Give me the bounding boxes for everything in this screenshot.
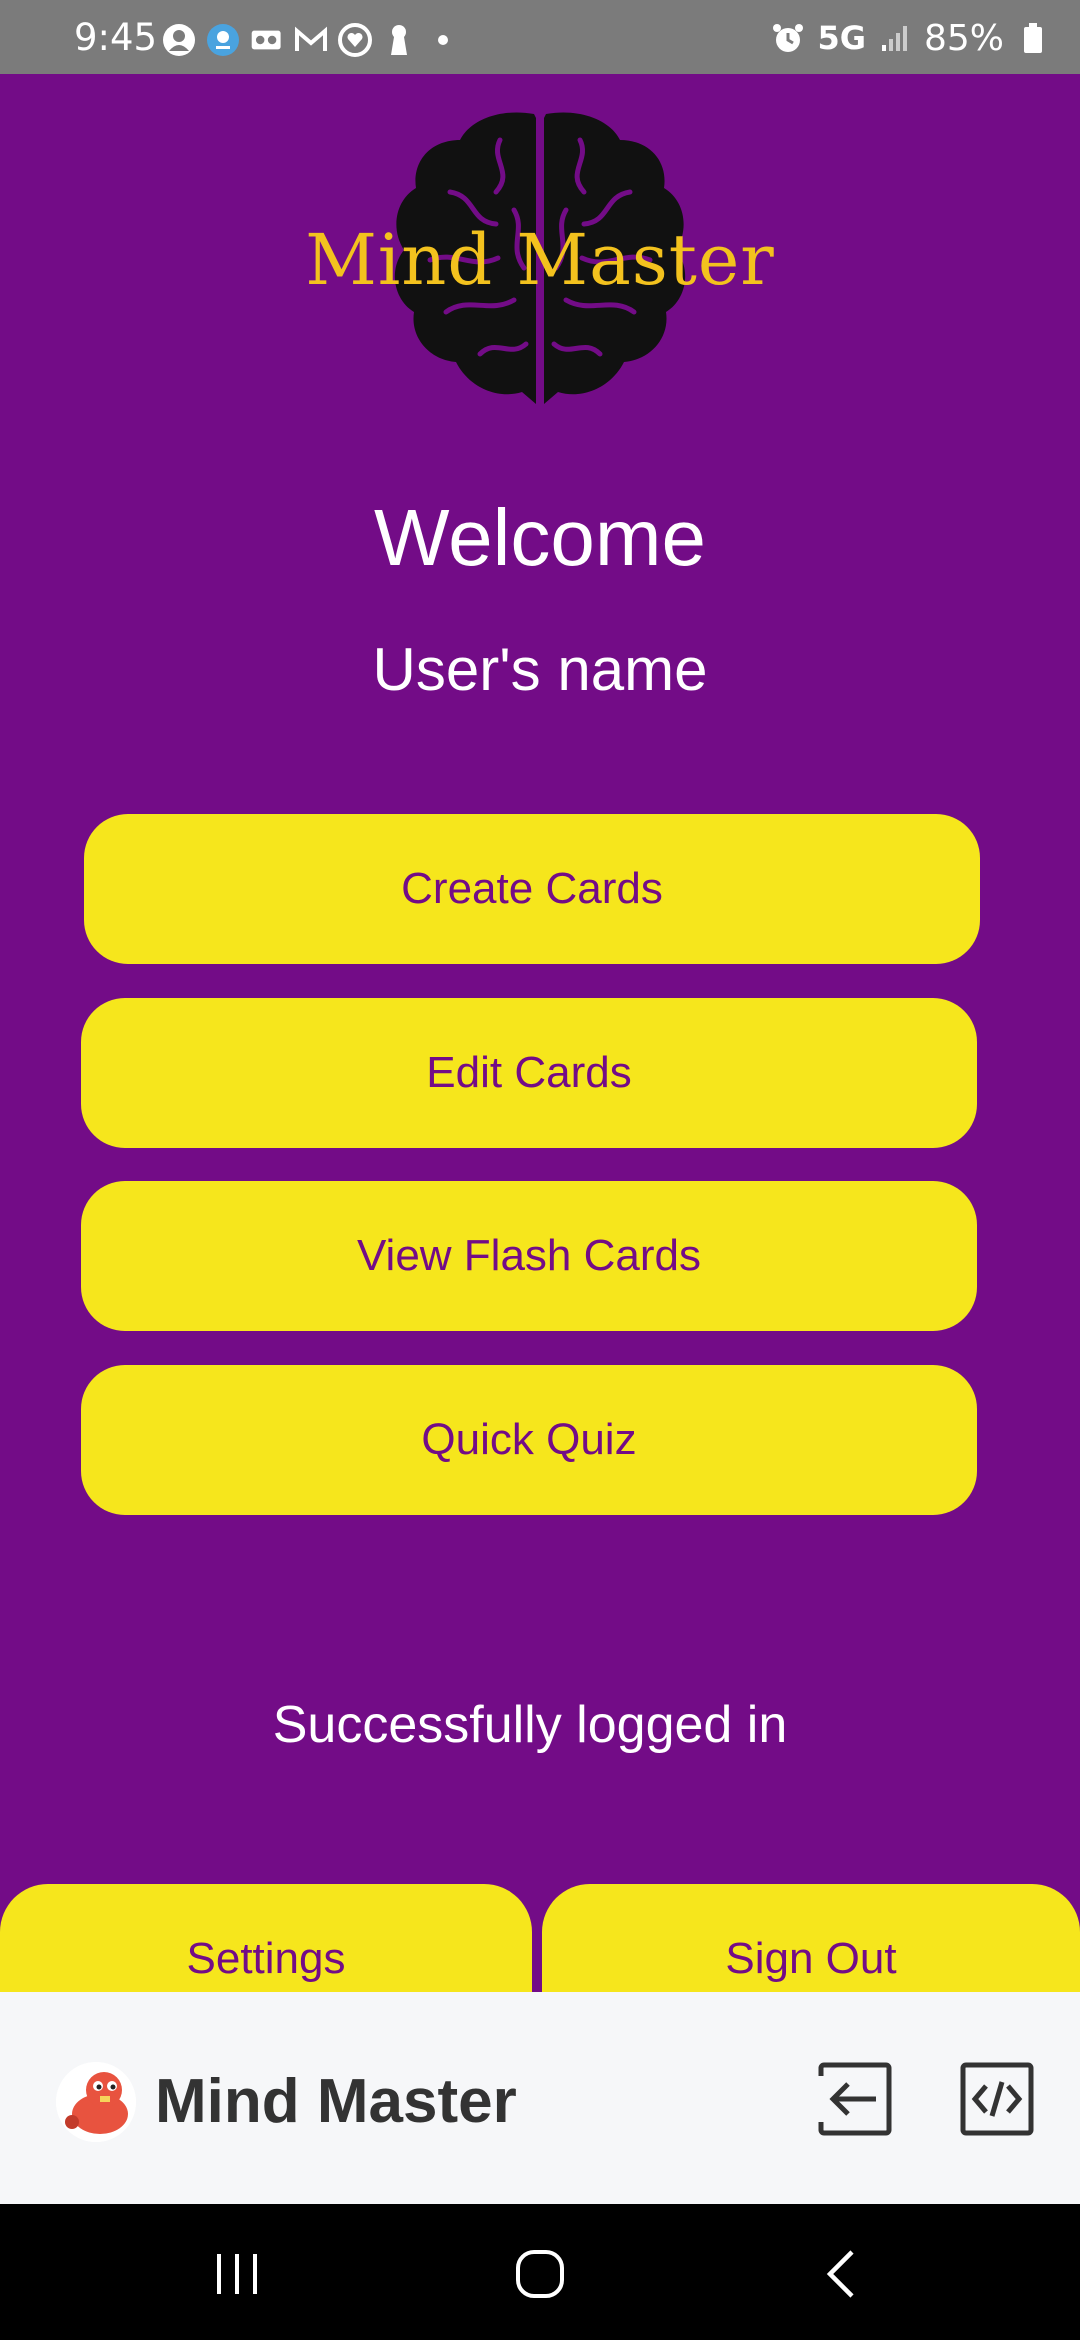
sign-out-button[interactable]: Sign Out: [542, 1884, 1080, 2004]
signal-icon: [878, 21, 912, 55]
location-app-icon: [206, 23, 240, 57]
app-bar: Mind Master: [0, 1992, 1080, 2204]
login-status-message: Successfully logged in: [272, 1696, 788, 1754]
edit-cards-button[interactable]: Edit Cards: [81, 998, 977, 1148]
welcome-heading: Welcome: [374, 493, 706, 582]
back-icon[interactable]: [814, 2244, 874, 2304]
network-type: 5G: [817, 19, 866, 57]
battery-icon: [1016, 21, 1050, 55]
notification-icons: [162, 22, 460, 58]
system-nav-bar: [0, 2204, 1080, 2340]
status-right: 5G 85%: [771, 17, 1050, 59]
create-cards-button[interactable]: Create Cards: [84, 814, 980, 964]
recent-apps-icon[interactable]: [207, 2244, 267, 2304]
status-bar: 9:45 5G 85%: [0, 0, 1080, 74]
quick-quiz-button[interactable]: Quick Quiz: [81, 1365, 977, 1515]
heart-app-icon: [338, 23, 372, 57]
battery-percent: 85%: [923, 17, 1004, 59]
app-logo: Mind Master: [300, 100, 780, 430]
alarm-icon: [771, 21, 805, 55]
app-avatar[interactable]: [56, 2062, 136, 2142]
code-icon[interactable]: [960, 2062, 1034, 2136]
settings-button[interactable]: Settings: [0, 1884, 532, 2004]
username-label: User's name: [372, 636, 708, 703]
exit-icon[interactable]: [818, 2062, 892, 2136]
home-icon[interactable]: [510, 2244, 570, 2304]
logo-title: Mind Master: [305, 219, 775, 301]
status-time: 9:45: [74, 16, 158, 59]
mascot-icon: [56, 2062, 136, 2142]
gmail-icon: [294, 23, 328, 57]
view-flash-cards-button[interactable]: View Flash Cards: [81, 1181, 977, 1331]
account-icon: [162, 23, 196, 57]
keyhole-icon: [382, 23, 416, 57]
more-notifications-dot-icon: [426, 23, 460, 57]
app-name: Mind Master: [155, 2067, 517, 2136]
voicemail-icon: [250, 23, 284, 57]
